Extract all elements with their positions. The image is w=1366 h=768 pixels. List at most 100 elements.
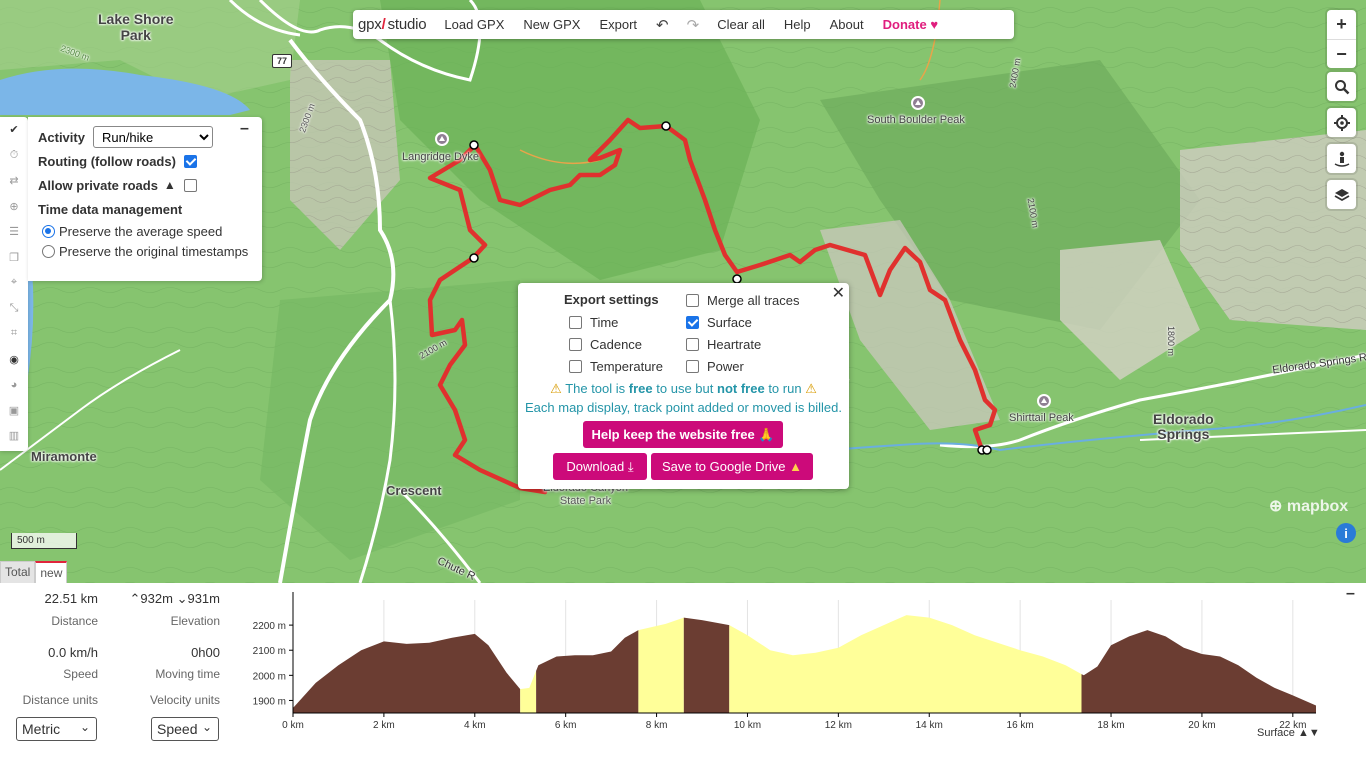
palette-icon[interactable]: ◕ (0, 372, 28, 398)
moving-time-label: Moving time (155, 667, 220, 681)
peak-icon (911, 96, 925, 110)
temperature-checkbox[interactable] (569, 359, 582, 373)
warn-not-free: not free (717, 381, 765, 396)
surface-option[interactable]: Surface (686, 313, 752, 331)
temperature-option[interactable]: Temperature (569, 357, 663, 375)
info-icon[interactable]: i (1336, 523, 1356, 543)
distance-label: Distance (51, 614, 98, 628)
original-timestamps-radio[interactable] (42, 244, 55, 258)
app-logo[interactable]: gpx/studio (358, 16, 427, 33)
download-button[interactable]: Download ⤓ (553, 453, 647, 480)
about-menu[interactable]: About (830, 17, 864, 32)
avg-speed-radio[interactable] (42, 224, 55, 238)
tab-new[interactable]: new (35, 561, 68, 583)
clear-all-button[interactable]: Clear all (717, 17, 765, 32)
private-roads-row: Allow private roads ▲ (38, 173, 252, 197)
new-gpx-menu[interactable]: New GPX (523, 17, 580, 32)
tools-sidebar: ✔ ⏱ ⇄ ⊕ ☰ ❐ ⌖ ⤡ ⌗ ◉ ◕ ▣ ▥ (0, 117, 28, 451)
map-label-crescent: Crescent (386, 483, 442, 498)
export-menu[interactable]: Export (599, 17, 637, 32)
trash-icon[interactable]: ▥ (0, 423, 28, 449)
routing-checkbox[interactable] (183, 154, 197, 168)
original-timestamps-option[interactable]: Preserve the original timestamps (38, 241, 252, 261)
map-label-south-boulder-peak: South Boulder Peak (867, 114, 965, 126)
chevron-down-icon: ⌄ (201, 720, 212, 734)
merge-label: Merge all traces (707, 292, 800, 308)
swap-icon[interactable]: ⇄ (0, 168, 28, 194)
compress-icon[interactable]: ⤡ (0, 296, 28, 322)
warn-text: to use but (656, 381, 714, 396)
map-label-lake-shore-park: Lake Shore Park (98, 11, 174, 43)
speed-label: Speed (63, 667, 98, 681)
minimize-chart-icon[interactable]: – (1346, 585, 1355, 603)
redo-icon[interactable]: ↷ (687, 16, 700, 34)
streetview-icon[interactable] (1327, 144, 1356, 173)
warn-text: to run (768, 381, 802, 396)
folder-icon[interactable]: ▣ (0, 398, 28, 424)
activity-select[interactable]: Run/hike (92, 126, 213, 148)
routing-panel: – Activity Run/hike Routing (follow road… (28, 117, 262, 281)
list-icon[interactable]: ☰ (0, 219, 28, 245)
distance-units-select[interactable]: Metric ⌄ (16, 717, 97, 741)
elevation-panel: 22.51 km Distance ⌃932m ⌄931m Elevation … (0, 583, 1366, 768)
cadence-option[interactable]: Cadence (569, 335, 642, 353)
y-tick-label: 2000 m (253, 671, 286, 682)
crop-icon[interactable]: ⌗ (0, 321, 28, 347)
heartrate-checkbox[interactable] (686, 337, 699, 351)
heartrate-option[interactable]: Heartrate (686, 335, 761, 353)
undo-icon[interactable]: ↶ (656, 16, 669, 34)
search-control (1327, 72, 1356, 101)
zoom-out-button[interactable]: − (1327, 39, 1356, 68)
chevron-down-icon: ⌄ (79, 720, 90, 734)
minimize-routing-icon[interactable]: – (240, 120, 249, 138)
activity-label: Activity (38, 129, 85, 145)
x-tick-label: 16 km (1007, 720, 1034, 731)
close-icon[interactable]: ✕ (832, 283, 845, 303)
time-checkbox[interactable] (569, 315, 582, 329)
stopwatch-icon[interactable]: ⏱ (0, 143, 28, 169)
pin-icon[interactable]: ⌖ (0, 270, 28, 296)
avg-speed-option[interactable]: Preserve the average speed (38, 221, 252, 241)
copy-icon[interactable]: ❐ (0, 245, 28, 271)
check-icon[interactable]: ✔ (0, 117, 28, 143)
surface-segment-unpaved (293, 633, 521, 713)
locate-icon[interactable] (1327, 108, 1356, 137)
power-checkbox[interactable] (686, 359, 699, 373)
layers-icon[interactable] (1327, 180, 1356, 209)
map-label-langridge: Langridge Dyke (402, 151, 480, 163)
sort-icon: ▲▼ (1297, 727, 1320, 739)
map-label-shirttail-peak: Shirttail Peak (1009, 412, 1074, 424)
velocity-units-select[interactable]: Speed ⌄ (151, 717, 219, 741)
surface-segment-paved (729, 615, 1082, 713)
layers-control (1327, 180, 1356, 209)
distance-units-label: Distance units (22, 693, 98, 707)
donate-button[interactable]: Donate ♥ (883, 17, 938, 32)
merge-option[interactable]: Merge all traces (686, 291, 799, 309)
elevation-up-icon: ⌃ (129, 591, 141, 606)
mapbox-logo[interactable]: ⊕ mapbox (1269, 496, 1348, 516)
surface-checkbox[interactable] (686, 315, 699, 329)
help-menu[interactable]: Help (784, 17, 811, 32)
file-tabs: Total new (0, 561, 68, 583)
download-label: Download (566, 459, 625, 474)
add-circle-icon[interactable]: ⊕ (0, 194, 28, 220)
tab-total[interactable]: Total (0, 561, 36, 583)
surface-segment-paved (520, 670, 537, 713)
time-option[interactable]: Time (569, 313, 618, 331)
load-gpx-menu[interactable]: Load GPX (444, 17, 504, 32)
private-roads-checkbox[interactable] (183, 178, 197, 192)
search-icon[interactable] (1327, 72, 1356, 101)
drive-label: Save to Google Drive (661, 459, 786, 474)
elevation-label: Elevation (170, 614, 220, 628)
help-keep-free-button[interactable]: Help keep the website free 🙏 (583, 421, 783, 448)
merge-checkbox[interactable] (686, 293, 699, 307)
zoom-in-button[interactable]: + (1327, 10, 1356, 39)
elevation-chart[interactable]: 1900 m 2000 m 2100 m 2200 m 0 km 2 km 4 km 6 km… (234, 588, 1334, 743)
eye-off-icon[interactable]: ◉ (0, 347, 28, 373)
surface-legend[interactable]: Surface ▲▼ (1257, 727, 1320, 739)
power-option[interactable]: Power (686, 357, 744, 375)
elevation-up: 932m (140, 591, 173, 606)
cadence-checkbox[interactable] (569, 337, 582, 351)
routing-row: Routing (follow roads) (38, 149, 252, 173)
save-to-drive-button[interactable]: Save to Google Drive ▲ (651, 453, 813, 480)
